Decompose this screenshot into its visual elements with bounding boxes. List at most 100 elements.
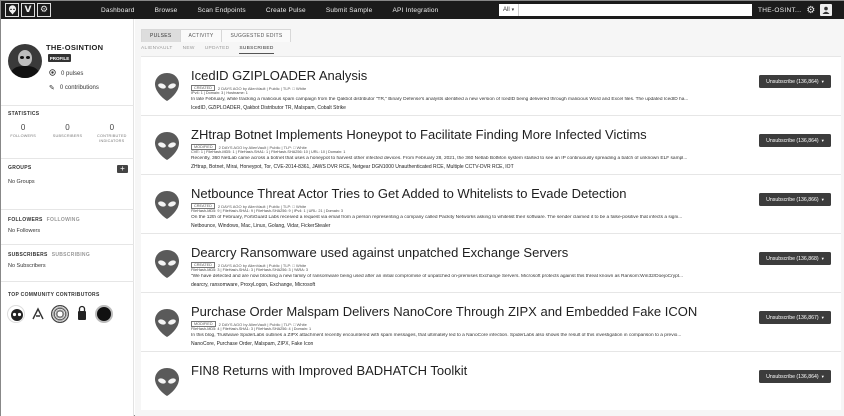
followers-tab[interactable]: FOLLOWERS bbox=[8, 217, 43, 223]
no-groups-text: No Groups bbox=[8, 179, 35, 185]
pulse-tags[interactable]: dearcry, ransomware, ProxyLogon, Exchang… bbox=[191, 282, 315, 288]
add-group-button[interactable]: + bbox=[117, 165, 128, 173]
unsubscribe-button[interactable]: Unsubscribe (136,864) ▾ bbox=[759, 134, 831, 147]
followers-stat-label: FOLLOWERS bbox=[10, 134, 36, 138]
search-input[interactable] bbox=[519, 4, 752, 16]
nav-api-integration[interactable]: API Integration bbox=[383, 7, 449, 14]
alien-icon bbox=[155, 250, 179, 278]
contributors-title: TOP COMMUNITY CONTRIBUTORS bbox=[8, 292, 100, 298]
tab-activity[interactable]: ACTIVITY bbox=[179, 29, 223, 42]
contributor-avatar[interactable] bbox=[29, 305, 47, 323]
search-scope-label: All bbox=[503, 7, 510, 13]
followers-count: 0 bbox=[20, 123, 26, 132]
pulse-description: “We have detected and are now blocking a… bbox=[191, 274, 684, 279]
alien-logo-icon bbox=[5, 3, 19, 17]
subscribers-stat-label: SUBSCRIBERS bbox=[52, 134, 83, 138]
contributor-avatar[interactable] bbox=[95, 305, 113, 323]
user-name[interactable]: THE-OSINT... bbox=[758, 7, 801, 14]
pulse-title[interactable]: Purchase Order Malspam Delivers NanoCore… bbox=[191, 304, 697, 319]
unsubscribe-label: Unsubscribe (136,866) bbox=[766, 196, 819, 203]
pulse-tags[interactable]: NanoCore, Purchase Order, Malspam, ZIPX,… bbox=[191, 341, 313, 347]
pulse-card: Dearcry Ransomware used against unpatche… bbox=[141, 233, 841, 292]
gear-logo-icon: ⚙ bbox=[37, 3, 51, 17]
pulse-title[interactable]: FIN8 Returns with Improved BADHATCH Tool… bbox=[191, 363, 467, 378]
pulse-icon bbox=[49, 69, 56, 78]
subscribers-tab[interactable]: SUBSCRIBERS bbox=[8, 252, 48, 258]
unsubscribe-button[interactable]: Unsubscribe (136,864) ▾ bbox=[759, 370, 831, 383]
search-scope-select[interactable]: All ▾ bbox=[499, 4, 520, 16]
unsubscribe-label: Unsubscribe (136,864) bbox=[766, 373, 819, 380]
pulse-title[interactable]: ZHtrap Botnet Implements Honeypot to Fac… bbox=[191, 127, 647, 142]
subtab-updated[interactable]: UPDATED bbox=[205, 46, 230, 54]
unsubscribe-button[interactable]: Unsubscribe (136,866) ▾ bbox=[759, 193, 831, 206]
otx-logo[interactable]: V ⚙ bbox=[1, 1, 51, 19]
pulse-description: Recently, 360 NetLab came across a botne… bbox=[191, 156, 688, 161]
search-bar: All ▾ bbox=[499, 4, 752, 16]
subscribers-tabs: SUBSCRIBERS SUBSCRIBING bbox=[8, 252, 90, 258]
subtab-subscribed[interactable]: SUBSCRIBED bbox=[239, 46, 274, 54]
pulse-author-meta[interactable]: 2 DAYS AGO by AlienVault | Public | TLP:… bbox=[219, 145, 307, 150]
user-menu: THE-OSINT... ⚙ bbox=[758, 1, 833, 19]
statistics-title: STATISTICS bbox=[8, 111, 40, 117]
subscribers-stat[interactable]: 0 SUBSCRIBERS bbox=[46, 123, 88, 143]
unsubscribe-button[interactable]: Unsubscribe (136,868) ▾ bbox=[759, 252, 831, 265]
statistics-counts: 0 FOLLOWERS 0 SUBSCRIBERS 0 CONTRIBUTED IND… bbox=[1, 123, 134, 143]
pulse-tags[interactable]: IcedID, GZIPLOADER, Qakbot Distributor T… bbox=[191, 105, 346, 111]
following-tab[interactable]: FOLLOWING bbox=[47, 217, 80, 223]
pulse-author-meta[interactable]: 2 DAYS AGO by AlienVault | Public | TLP:… bbox=[218, 263, 306, 268]
pulses-label: 0 pulses bbox=[61, 70, 84, 77]
nav-submit-sample[interactable]: Submit Sample bbox=[316, 7, 383, 14]
unsubscribe-button[interactable]: Unsubscribe (136,864) ▾ bbox=[759, 75, 831, 88]
indicators-stat-label: CONTRIBUTED INDICATORS bbox=[97, 134, 127, 143]
chevron-down-icon: ▾ bbox=[511, 7, 515, 13]
unsubscribe-label: Unsubscribe (136,867) bbox=[766, 314, 819, 321]
gear-icon[interactable]: ⚙ bbox=[806, 5, 815, 16]
user-avatar-icon[interactable] bbox=[820, 4, 833, 16]
pulse-filter-tabs: ALIENVAULT NEW UPDATED SUBSCRIBED bbox=[141, 46, 274, 54]
subtab-new[interactable]: NEW bbox=[183, 46, 195, 54]
subscribing-tab[interactable]: SUBSCRIBING bbox=[52, 252, 90, 258]
pulse-tags[interactable]: ZHtrap, Botnet, Mirai, Honeypot, Tor, CV… bbox=[191, 164, 514, 170]
pulse-author-meta[interactable]: 2 DAYS AGO by AlienVault | Public | TLP:… bbox=[218, 86, 306, 91]
pulse-card: ZHtrap Botnet Implements Honeypot to Fac… bbox=[141, 115, 841, 174]
followers-stat[interactable]: 0 FOLLOWERS bbox=[2, 123, 44, 143]
chevron-down-icon: ▾ bbox=[821, 373, 824, 379]
chevron-down-icon: ▾ bbox=[821, 137, 824, 143]
nav-browse[interactable]: Browse bbox=[145, 7, 188, 14]
alien-icon bbox=[155, 132, 179, 160]
unsubscribe-label: Unsubscribe (136,868) bbox=[766, 255, 819, 262]
pencil-icon: ✎ bbox=[49, 84, 55, 92]
pulse-indicators: IPv4: 1 | Domain: 3 | Hostname: 1 bbox=[191, 91, 248, 95]
pulse-title[interactable]: IcedID GZIPLOADER Analysis bbox=[191, 68, 367, 83]
nav-dashboard[interactable]: Dashboard bbox=[91, 7, 145, 14]
contributor-avatar[interactable] bbox=[73, 305, 91, 323]
subtab-alienvault[interactable]: ALIENVAULT bbox=[141, 46, 173, 54]
nav-create-pulse[interactable]: Create Pulse bbox=[256, 7, 316, 14]
unsubscribe-label: Unsubscribe (136,864) bbox=[766, 78, 819, 85]
contributor-avatar[interactable] bbox=[51, 305, 69, 323]
pulse-card: Purchase Order Malspam Delivers NanoCore… bbox=[141, 292, 841, 351]
unsubscribe-label: Unsubscribe (136,864) bbox=[766, 137, 819, 144]
profile-button[interactable]: PROFILE bbox=[48, 54, 71, 62]
pulse-title[interactable]: Netbounce Threat Actor Tries to Get Adde… bbox=[191, 186, 627, 201]
indicators-stat[interactable]: 0 CONTRIBUTED INDICATORS bbox=[91, 123, 133, 143]
tab-suggested-edits[interactable]: SUGGESTED EDITS bbox=[221, 29, 292, 42]
contributor-avatar[interactable] bbox=[7, 305, 25, 323]
tab-pulses[interactable]: PULSES bbox=[141, 29, 181, 42]
alien-icon bbox=[155, 191, 179, 219]
indicators-count: 0 bbox=[109, 123, 115, 132]
nav-scan-endpoints[interactable]: Scan Endpoints bbox=[187, 7, 255, 14]
pulse-author-meta[interactable]: 2 DAYS AGO by AlienVault | Public | TLP:… bbox=[218, 204, 306, 209]
pulse-author-meta[interactable]: 2 DAYS AGO by AlienVault | Public | TLP:… bbox=[219, 322, 307, 327]
chevron-down-icon: ▾ bbox=[821, 196, 824, 202]
contributions-count[interactable]: ✎ 0 contributions bbox=[49, 84, 99, 92]
unsubscribe-button[interactable]: Unsubscribe (136,867) ▾ bbox=[759, 311, 831, 324]
pulse-indicators: FileHash-MD5: 3 | FileHash-SHA1: 3 | Fil… bbox=[191, 268, 308, 272]
pulse-indicators: CVE: 1 | FileHash-MD5: 1 | FileHash-SHA1… bbox=[191, 150, 346, 154]
pulses-count[interactable]: 0 pulses bbox=[49, 69, 83, 78]
alien-icon bbox=[155, 309, 179, 337]
pulse-tags[interactable]: Netbounce, Windows, Mac, Linux, Golang, … bbox=[191, 223, 330, 229]
pulse-description: In this blog, Trustwave SpiderLabs outli… bbox=[191, 333, 682, 338]
pulse-title[interactable]: Dearcry Ransomware used against unpatche… bbox=[191, 245, 568, 260]
pulse-card: FIN8 Returns with Improved BADHATCH Tool… bbox=[141, 351, 841, 410]
